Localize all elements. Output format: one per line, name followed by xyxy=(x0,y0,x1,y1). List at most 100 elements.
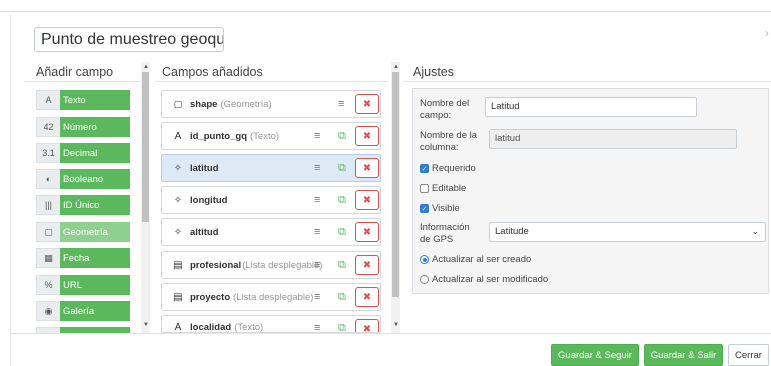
field-type-date[interactable]: ▦ Fecha xyxy=(36,248,130,268)
editable-checkbox[interactable]: Editable xyxy=(420,183,466,194)
drag-handle-icon[interactable]: ≡ xyxy=(314,162,320,174)
added-field-localidad[interactable]: A localidad (Texto) ≡ ⧉ ✖ xyxy=(161,315,381,333)
field-name: altitud xyxy=(190,226,219,238)
field-name: proyecto xyxy=(190,291,231,303)
copy-icon[interactable]: ⧉ xyxy=(338,130,346,143)
drag-handle-icon[interactable]: ≡ xyxy=(314,194,320,206)
copy-icon[interactable]: ⧉ xyxy=(338,291,346,304)
drag-handle-icon[interactable]: ≡ xyxy=(314,130,320,142)
added-field-shape[interactable]: ▢ shape (Geometría) ≡ ✖ xyxy=(161,90,381,118)
drag-handle-icon[interactable]: ≡ xyxy=(314,322,320,332)
update-on-create-radio[interactable]: Actualizar al ser creado xyxy=(420,254,531,265)
form-title-input[interactable]: Punto de muestreo geoqu xyxy=(34,27,224,52)
copy-icon[interactable]: ⧉ xyxy=(338,226,346,239)
geometry-icon: ▢ xyxy=(173,98,183,109)
field-name-label: Nombre del campo: xyxy=(420,98,469,122)
drag-handle-icon[interactable]: ≡ xyxy=(338,98,344,110)
required-label: Requerido xyxy=(432,163,476,174)
field-type-label: ID Único xyxy=(60,195,130,215)
delete-icon[interactable]: ✖ xyxy=(355,158,379,178)
scroll-down-icon[interactable]: ▼ xyxy=(143,322,149,328)
copy-icon[interactable]: ⧉ xyxy=(338,322,346,332)
field-type-text[interactable]: A Texto xyxy=(36,90,130,110)
save-exit-button[interactable]: Guardar & Salir xyxy=(644,344,723,366)
checkbox-checked-icon: ✓ xyxy=(420,204,429,213)
editable-label: Editable xyxy=(432,183,467,194)
close-icon[interactable]: › xyxy=(765,26,769,40)
field-name: latitud xyxy=(190,162,219,174)
copy-icon[interactable]: ⧉ xyxy=(338,259,346,272)
delete-icon[interactable]: ✖ xyxy=(355,222,379,242)
number-icon: 42 xyxy=(36,117,60,137)
link-icon: % xyxy=(36,275,60,295)
column-name-label-line2: columna: xyxy=(420,142,459,153)
delete-icon[interactable]: ✖ xyxy=(355,319,379,332)
added-field-altitud[interactable]: ✧ altitud ≡ ⧉ ✖ xyxy=(161,218,381,246)
field-type-label: Texto xyxy=(60,90,130,110)
footer-divider xyxy=(10,333,771,334)
middle-divider xyxy=(155,81,387,82)
left-scroll-thumb[interactable] xyxy=(142,72,149,222)
field-type-number[interactable]: 42 Número xyxy=(36,117,130,137)
toggle-icon: ◐ xyxy=(36,169,60,189)
field-type-label: Decimal xyxy=(60,143,130,163)
drag-handle-icon[interactable]: ≡ xyxy=(314,259,320,271)
calendar-icon: ▦ xyxy=(36,248,60,268)
text-icon: A xyxy=(36,90,60,110)
copy-icon[interactable]: ⧉ xyxy=(338,194,346,207)
text-icon: A xyxy=(174,322,182,333)
close-button[interactable]: Cerrar xyxy=(728,344,769,366)
delete-icon[interactable]: ✖ xyxy=(355,190,379,210)
gps-info-label: Información de GPS xyxy=(420,222,470,246)
save-continue-button[interactable]: Guardar & Seguir xyxy=(551,344,639,366)
field-type-boolean[interactable]: ◐ Booleano xyxy=(36,169,130,189)
visible-checkbox[interactable]: ✓ Visible xyxy=(420,203,460,214)
add-field-title: Añadir campo xyxy=(36,65,114,79)
gps-info-label-line1: Información xyxy=(420,222,470,233)
chevron-down-icon: ⌄ xyxy=(751,226,759,236)
update-on-modify-radio[interactable]: Actualizar al ser modificado xyxy=(420,274,548,285)
scroll-up-icon[interactable]: ▲ xyxy=(143,64,149,70)
added-field-longitud[interactable]: ✧ longitud ≡ ⧉ ✖ xyxy=(161,186,381,214)
list-icon: ▤ xyxy=(173,259,183,271)
middle-scroll-thumb[interactable] xyxy=(392,72,399,297)
scroll-down-icon[interactable]: ▼ xyxy=(393,322,399,328)
copy-icon[interactable]: ⧉ xyxy=(338,162,346,175)
field-type: (Lista desplegable) xyxy=(242,259,323,271)
field-type-label: Fecha xyxy=(60,248,130,268)
gps-info-selected-value: Latitude xyxy=(495,226,529,237)
required-checkbox[interactable]: ✓ Requerido xyxy=(420,163,476,174)
gps-info-select[interactable]: Latitude ⌄ xyxy=(489,222,766,242)
list-icon: ▤ xyxy=(173,291,183,303)
geometry-icon: ▢ xyxy=(36,222,60,242)
field-type-decimal[interactable]: 3.1 Decimal xyxy=(36,143,130,163)
delete-icon[interactable]: ✖ xyxy=(355,255,379,275)
field-type-label: Número xyxy=(60,117,130,137)
left-scrollbar[interactable]: ▲ ▼ xyxy=(141,62,150,333)
visible-label: Visible xyxy=(432,203,460,214)
added-field-id-punto-gq[interactable]: A id_punto_gq (Texto) ≡ ⧉ ✖ xyxy=(161,122,381,150)
field-type-url[interactable]: % URL xyxy=(36,275,130,295)
field-type-label: URL xyxy=(60,275,130,295)
field-type-gallery[interactable]: ◉ Galería xyxy=(36,301,130,321)
field-type: (Geometría) xyxy=(220,98,272,110)
delete-icon[interactable]: ✖ xyxy=(355,287,379,307)
added-field-proyecto[interactable]: ▤ proyecto (Lista desplegable) ≡ ⧉ ✖ xyxy=(161,283,381,311)
field-name-input[interactable]: Latitud xyxy=(485,97,697,117)
settings-title: Ajustes xyxy=(413,65,454,79)
scroll-up-icon[interactable]: ▲ xyxy=(393,64,399,70)
field-type-label: Booleano xyxy=(60,169,130,189)
drag-handle-icon[interactable]: ≡ xyxy=(314,291,320,303)
field-name: longitud xyxy=(190,194,228,206)
delete-icon[interactable]: ✖ xyxy=(355,126,379,146)
middle-scrollbar[interactable]: ▲ ▼ xyxy=(391,62,400,333)
delete-icon[interactable]: ✖ xyxy=(355,94,379,114)
field-type-geometry[interactable]: ▢ Geometría xyxy=(36,222,130,242)
drag-handle-icon[interactable]: ≡ xyxy=(314,226,320,238)
added-field-profesional[interactable]: ▤ profesional (Lista desplegable) ≡ ⧉ ✖ xyxy=(161,251,381,279)
field-type-unique-id[interactable]: ||| ID Único xyxy=(36,195,130,215)
update-on-modify-label: Actualizar al ser modificado xyxy=(432,274,549,285)
right-divider xyxy=(403,81,771,82)
added-field-latitud[interactable]: ✧ latitud ≡ ⧉ ✖ xyxy=(161,154,381,182)
radio-unselected-icon xyxy=(420,275,429,284)
